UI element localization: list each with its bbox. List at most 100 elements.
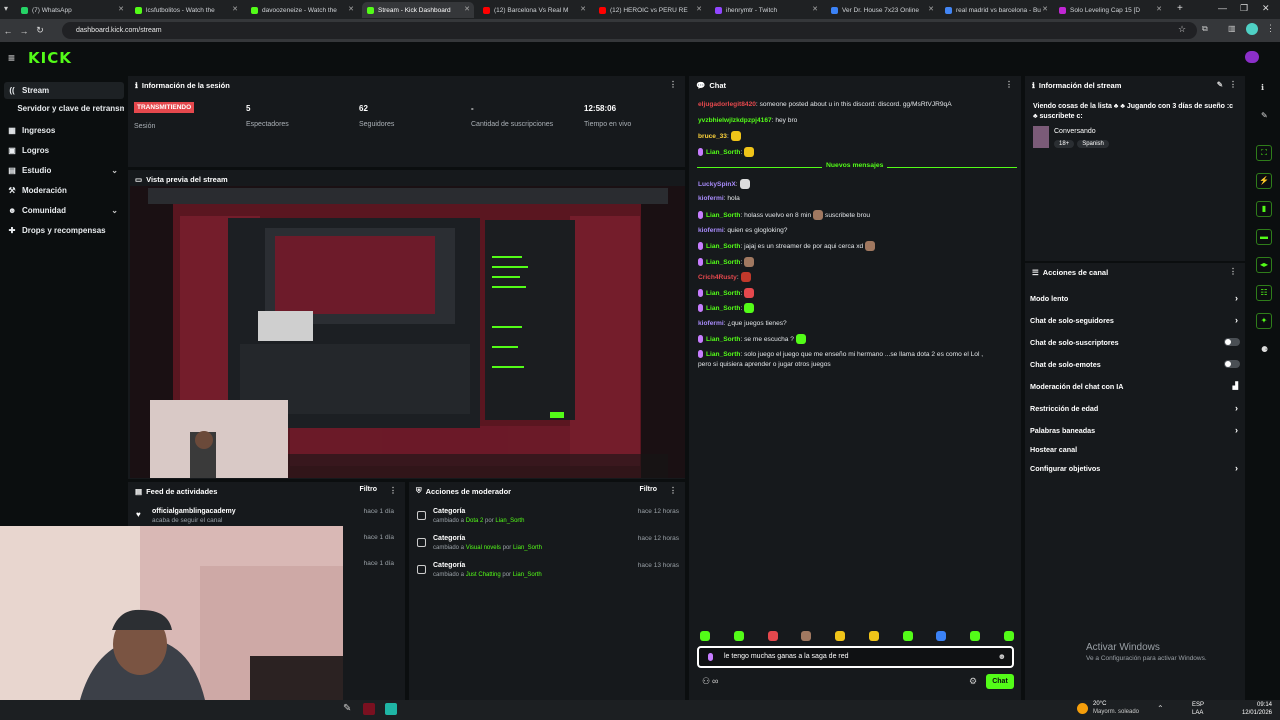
sidebar-item[interactable]: ▦ Ingresos (4, 122, 124, 139)
channel-action-item[interactable]: Moderación del chat con IA ▟ (1030, 377, 1242, 395)
chat-username[interactable]: Crich4Rusty (698, 274, 737, 281)
stream-tag[interactable]: Spanish (1077, 140, 1109, 148)
quick-emote-icon[interactable] (970, 631, 981, 641)
chat-settings-gear-icon[interactable]: ⚙ (969, 676, 977, 687)
user-avatar[interactable] (1245, 51, 1259, 63)
tab-close-icon[interactable]: ✕ (1156, 5, 1162, 13)
tab-close-icon[interactable]: ✕ (812, 5, 818, 13)
browser-tab[interactable]: (7) WhatsApp ✕ (16, 2, 128, 18)
chat-username[interactable]: Lian_Sorth (706, 149, 740, 156)
language-code[interactable]: ESP (1192, 702, 1204, 708)
chat-username[interactable]: kiofermi (698, 195, 724, 202)
chat-username[interactable]: Lian_Sorth (706, 351, 740, 358)
channel-action-item[interactable]: Restricción de edad › (1030, 399, 1242, 417)
infinity-icon[interactable]: ∞ (712, 676, 718, 686)
chat-username[interactable]: kiofermi (698, 320, 724, 327)
chat-username[interactable]: yvzbhielwjlzkdpzpj4167 (698, 117, 772, 124)
taskbar-app2-icon[interactable] (385, 703, 397, 715)
close-window-icon[interactable]: ✕ (1262, 3, 1270, 14)
reload-icon[interactable]: ↻ (32, 25, 48, 36)
quick-emote-icon[interactable] (868, 631, 879, 641)
tab-close-icon[interactable]: ✕ (696, 5, 702, 13)
chat-username[interactable]: bruce_33 (698, 133, 727, 140)
pencil-icon[interactable]: ✎ (1261, 111, 1268, 120)
tab-close-icon[interactable]: ✕ (1042, 5, 1048, 13)
tab-close-icon[interactable]: ✕ (580, 5, 586, 13)
sidebar-item[interactable]: ☻ Comunidad ⌄ (4, 202, 124, 219)
tab-close-icon[interactable]: ✕ (118, 5, 124, 13)
channel-action-item[interactable]: Chat de solo-emotes (1030, 355, 1242, 373)
sidepanel-icon[interactable]: ▥ (1228, 24, 1236, 33)
quick-emote-icon[interactable] (801, 631, 812, 641)
quick-emote-icon[interactable] (936, 631, 947, 641)
browser-menu-icon[interactable]: ⋮ (1266, 23, 1275, 34)
channel-action-item[interactable]: Configurar objetivos › (1030, 459, 1242, 477)
toggle-switch[interactable] (1224, 360, 1240, 368)
channel-action-item[interactable]: Modo lento › (1030, 289, 1242, 307)
quick-emote-icon[interactable] (767, 631, 778, 641)
taskbar-pen-icon[interactable]: ✎ (343, 703, 351, 714)
channel-action-item[interactable]: Chat de solo-seguidores › (1030, 311, 1242, 329)
activity-menu-icon[interactable]: ⋮ (389, 486, 397, 495)
activity-user[interactable]: officialgamblingacademy (152, 508, 394, 515)
channel-action-item[interactable]: Hostear canal (1030, 440, 1242, 458)
stream-tag[interactable]: 18+ (1054, 140, 1075, 148)
browser-tab[interactable]: real madrid vs barcelona - Bu ✕ (940, 2, 1052, 18)
rail-lightning-icon[interactable]: ⚡ (1256, 173, 1272, 189)
chat-input-text[interactable]: le tengo muchas ganas a la saga de red (724, 653, 849, 660)
rail-sound-icon[interactable]: ◂▸ (1256, 257, 1272, 273)
stream-info-menu-icon[interactable]: ⋮ (1229, 80, 1237, 89)
mod-filter-button[interactable]: Filtro (640, 486, 658, 493)
chat-username[interactable]: LuckySpinX (698, 181, 736, 188)
minimize-icon[interactable]: — (1218, 3, 1227, 13)
rail-wrench-icon[interactable]: ✦ (1256, 313, 1272, 329)
quick-emote-icon[interactable] (733, 631, 744, 641)
mod-action-user[interactable]: Lian_Sorth (513, 572, 542, 578)
bookmark-star-icon[interactable]: ☆ (1178, 24, 1186, 35)
mod-action-user[interactable]: Lian_Sorth (513, 545, 542, 551)
channel-actions-menu-icon[interactable]: ⋮ (1229, 267, 1237, 276)
back-icon[interactable]: ← (0, 26, 16, 36)
rail-tool-icon[interactable]: ☷ (1256, 285, 1272, 301)
browser-tab[interactable]: Ver Dr. House 7x23 Online ✕ (826, 2, 938, 18)
channel-action-item[interactable]: Palabras baneadas › (1030, 421, 1242, 439)
hamburger-menu-icon[interactable]: ≡ (8, 51, 15, 65)
activity-filter-button[interactable]: Filtro (360, 486, 378, 493)
chat-tools-icon[interactable]: ⚇ (702, 676, 710, 687)
chat-username[interactable]: Lian_Sorth (706, 212, 740, 219)
chevron-down-icon[interactable]: ⌄ (111, 206, 118, 215)
rail-more-icon[interactable]: ⚈ (1261, 345, 1268, 354)
chat-username[interactable]: eljugadorlegit8420 (698, 101, 756, 108)
mod-action-category[interactable]: Just Chatting (466, 572, 501, 578)
rail-fullscreen-icon[interactable]: ⛶ (1256, 145, 1272, 161)
sidebar-item[interactable]: ((Stream (4, 82, 124, 99)
maximize-icon[interactable]: ❐ (1240, 3, 1248, 14)
chat-username[interactable]: Lian_Sorth (706, 243, 740, 250)
sidebar-item[interactable]: ▣ Logros (4, 142, 124, 159)
chat-username[interactable]: kiofermi (698, 227, 724, 234)
chat-send-button[interactable]: Chat (986, 674, 1014, 689)
rail-chat-icon[interactable]: ▬ (1256, 229, 1272, 245)
sidebar-item[interactable]: ✚ Drops y recompensas (4, 222, 124, 239)
sidebar-item[interactable]: Servidor y clave de retransmisión (4, 100, 124, 117)
mod-menu-icon[interactable]: ⋮ (669, 486, 677, 495)
mod-action-category[interactable]: Dota 2 (466, 518, 484, 524)
rail-card-icon[interactable]: ▮ (1256, 201, 1272, 217)
tab-close-icon[interactable]: ✕ (928, 5, 934, 13)
chat-username[interactable]: Lian_Sorth (706, 305, 740, 312)
taskbar-app-icon[interactable] (363, 703, 375, 715)
profile-avatar[interactable] (1246, 23, 1258, 35)
language-layout[interactable]: LAA (1192, 710, 1203, 716)
taskbar-time[interactable]: 09:14 (1242, 702, 1272, 708)
tab-close-icon[interactable]: ✕ (232, 5, 238, 13)
tab-search-icon[interactable]: ▾ (4, 4, 8, 13)
chat-username[interactable]: Lian_Sorth (706, 336, 740, 343)
tab-close-icon[interactable]: ✕ (348, 5, 354, 13)
taskbar-date[interactable]: 12/01/2026 (1236, 710, 1272, 716)
help-icon[interactable]: ℹ (1261, 83, 1264, 92)
tab-close-icon[interactable]: ✕ (464, 5, 470, 13)
sidebar-item[interactable]: ▤ Estudio ⌄ (4, 162, 124, 179)
browser-tab[interactable]: lcsfutbolitos - Watch the ✕ (130, 2, 242, 18)
stream-preview-video[interactable] (130, 186, 685, 478)
quick-emote-icon[interactable] (1003, 631, 1014, 641)
